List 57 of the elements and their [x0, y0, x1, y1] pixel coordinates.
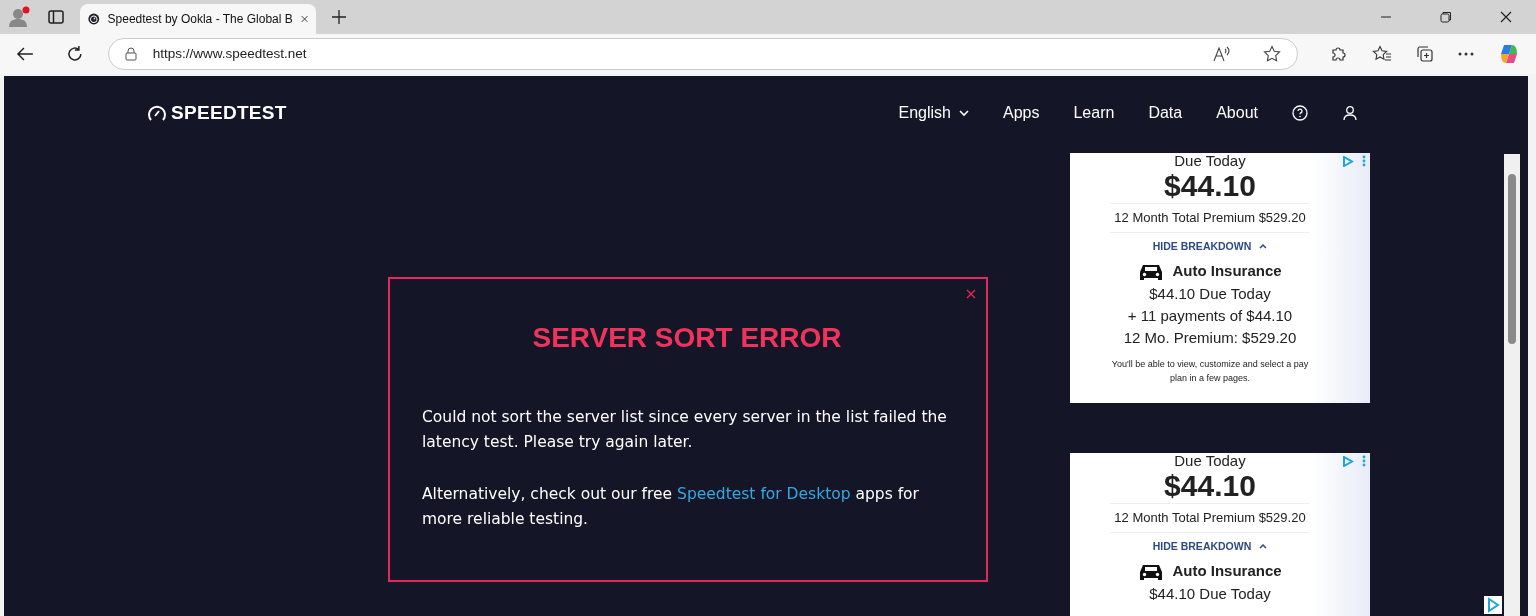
more-icon[interactable]: [1458, 52, 1474, 56]
breakdown-toggle[interactable]: HIDE BREAKDOWN: [1152, 538, 1252, 555]
address-bar[interactable]: https://www.speedtest.net: [107, 38, 1298, 70]
nav-link[interactable]: Apps: [1003, 101, 1040, 125]
url-text: https://www.speedtest.net: [152, 44, 308, 63]
ad-choices-icon[interactable]: [1342, 156, 1354, 167]
advertisement[interactable]: [1070, 153, 1370, 403]
copilot-icon[interactable]: [1498, 43, 1520, 65]
breakdown-toggle[interactable]: HIDE BREAKDOWN: [1152, 238, 1252, 255]
ad-note: You'll be able to view, customize and select a pay plan in a few pages.: [1110, 357, 1310, 385]
desktop-apps-link[interactable]: Speedtest for Desktop: [677, 485, 851, 503]
price: $44.10: [1163, 169, 1257, 203]
close-icon[interactable]: [1500, 11, 1512, 23]
restore-icon[interactable]: [1440, 11, 1452, 23]
due-label: Due Today: [1173, 153, 1247, 169]
site-logo[interactable]: SPEEDTEST: [171, 98, 287, 128]
total-premium: 12 Month Total Premium $529.20: [1110, 203, 1310, 233]
price-detail: + 11 payments of $44.10: [1126, 305, 1294, 326]
price: $44.10: [1163, 469, 1257, 503]
chevron-icon: [959, 109, 969, 117]
advertisement[interactable]: Due Today $44.10 12 Month Total Premium $529.20 HIDE BREAKDOWN Auto Insurance $44.10 Due Today: [1070, 453, 1370, 616]
chevron-icon[interactable]: [1259, 243, 1268, 250]
profile-icon[interactable]: [8, 5, 32, 29]
product-name: Auto Insurance: [1172, 561, 1282, 582]
star-icon[interactable]: [1263, 45, 1281, 63]
dialog-text: Alternatively, check out our free Speedtest for Desktop apps for more reliable testing.: [422, 484, 920, 530]
dialog-title: SERVER SORT ERROR: [531, 321, 843, 355]
browser-tab[interactable]: Speedtest by Ookla - The Global B: [80, 4, 316, 34]
price-detail: 12 Mo. Premium: $529.20: [1122, 327, 1298, 348]
sidebar-icon[interactable]: [48, 9, 64, 25]
collections-icon[interactable]: [1416, 45, 1434, 63]
puzzle-icon[interactable]: [1330, 45, 1348, 63]
nav-link[interactable]: Data: [1148, 101, 1183, 125]
language-dropdown[interactable]: English: [898, 101, 969, 125]
lock-icon: [124, 47, 137, 61]
total-premium: 12 Month Total Premium $529.20: [1110, 503, 1310, 533]
back-icon[interactable]: [16, 46, 34, 62]
new-tab-icon[interactable]: [332, 10, 346, 24]
product-name: Auto Insurance: [1172, 261, 1282, 282]
price-detail: $44.10 Due Today: [1148, 583, 1272, 604]
help-icon[interactable]: [1292, 105, 1308, 121]
gauge-icon: [88, 11, 100, 27]
scrollbar[interactable]: [1504, 154, 1520, 616]
ad-choices-icon[interactable]: [1484, 596, 1502, 614]
chevron-icon[interactable]: [1259, 543, 1268, 550]
price-detail: $44.10 Due Today: [1148, 283, 1272, 304]
favorites-icon[interactable]: [1372, 45, 1392, 63]
due-label: Due Today: [1173, 453, 1247, 469]
ad-choices-icon[interactable]: [1342, 456, 1354, 467]
dialog-text: Could not sort the server list since every server in the list failed the latency test. Please try again later.: [422, 407, 948, 453]
reload-icon[interactable]: [65, 45, 84, 63]
nav-link[interactable]: Learn: [1073, 101, 1115, 125]
read-aloud-icon[interactable]: [1213, 46, 1231, 62]
gauge-icon[interactable]: [147, 104, 167, 122]
user-icon[interactable]: [1342, 105, 1358, 121]
tab-title: Speedtest by Ookla - The Global B: [107, 11, 293, 28]
nav-link[interactable]: About: [1216, 101, 1258, 125]
